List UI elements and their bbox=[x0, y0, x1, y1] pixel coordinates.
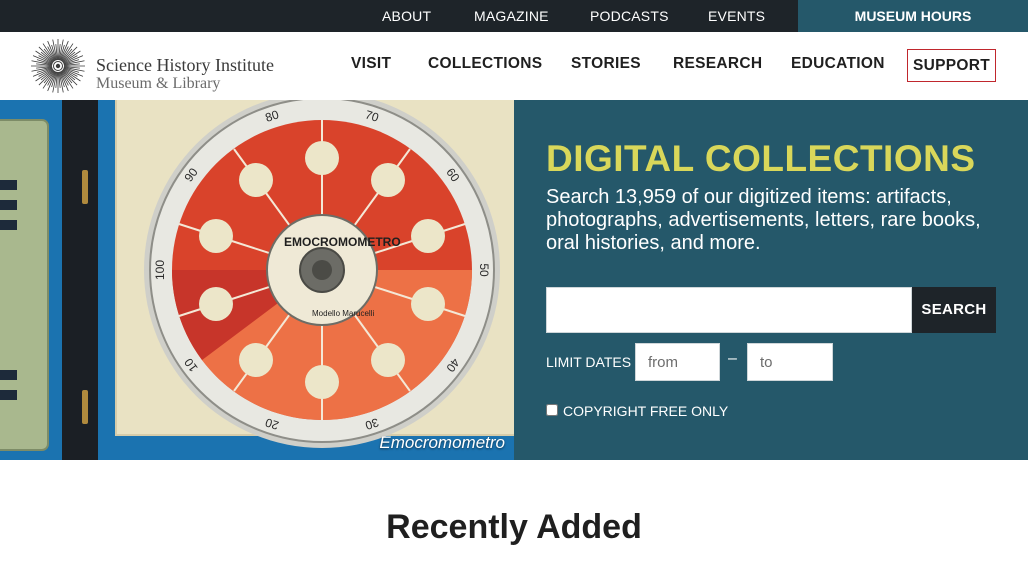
date-range-dash: – bbox=[728, 350, 737, 367]
copyright-free-label: COPYRIGHT FREE ONLY bbox=[563, 403, 729, 419]
nav-education[interactable]: EDUCATION bbox=[791, 55, 885, 73]
limit-dates-label: LIMIT DATES bbox=[546, 354, 632, 370]
logo-title: Science History Institute bbox=[96, 55, 274, 75]
search-input[interactable] bbox=[546, 287, 912, 333]
utility-bar: ABOUT MAGAZINE PODCASTS EVENTS MUSEUM HO… bbox=[0, 0, 1028, 32]
disc-tick-label: 100 bbox=[153, 260, 167, 280]
support-button[interactable]: SUPPORT bbox=[907, 49, 996, 82]
museum-hours-button[interactable]: MUSEUM HOURS bbox=[798, 0, 1028, 32]
search-button[interactable]: SEARCH bbox=[912, 287, 996, 333]
disc-center-sublabel: Modello Marucelli bbox=[312, 309, 374, 318]
utility-link-about[interactable]: ABOUT bbox=[382, 0, 431, 32]
hero-caption: Emocromometro bbox=[379, 433, 505, 452]
nav-collections[interactable]: COLLECTIONS bbox=[428, 55, 542, 73]
recently-added-heading: Recently Added bbox=[386, 508, 642, 546]
hero-title: DIGITAL COLLECTIONS bbox=[546, 138, 976, 179]
disc-center-label: EMOCROMOMETRO bbox=[284, 235, 401, 249]
nav-visit[interactable]: VISIT bbox=[351, 55, 391, 73]
search-panel: DIGITAL COLLECTIONS Search 13,959 of our… bbox=[546, 100, 1006, 460]
logo-subtitle: Museum & Library bbox=[96, 75, 221, 92]
date-from-input[interactable] bbox=[635, 343, 720, 381]
utility-link-podcasts[interactable]: PODCASTS bbox=[590, 0, 669, 32]
main-header: Science History Institute Museum & Libra… bbox=[0, 32, 1028, 100]
logo[interactable]: Science History Institute Museum & Libra… bbox=[30, 38, 290, 94]
utility-link-magazine[interactable]: MAGAZINE bbox=[474, 0, 549, 32]
emocromometro-photo: EMOCROMOMETRO Modello Marucelli 70605040… bbox=[0, 100, 514, 460]
date-to-input[interactable] bbox=[747, 343, 833, 381]
sunburst-logo-icon bbox=[31, 39, 85, 93]
hero-description: Search 13,959 of our digitized items: ar… bbox=[546, 186, 981, 254]
utility-link-events[interactable]: EVENTS bbox=[708, 0, 765, 32]
nav-research[interactable]: RESEARCH bbox=[673, 55, 762, 73]
hero-section: EMOCROMOMETRO Modello Marucelli 70 60 50 40… bbox=[0, 100, 1028, 460]
hero-image: EMOCROMOMETRO Modello Marucelli 70 60 50 40… bbox=[0, 100, 514, 460]
nav-stories[interactable]: STORIES bbox=[571, 55, 641, 73]
disc-tick-label: 50 bbox=[477, 263, 491, 277]
copyright-free-checkbox[interactable] bbox=[546, 404, 558, 416]
